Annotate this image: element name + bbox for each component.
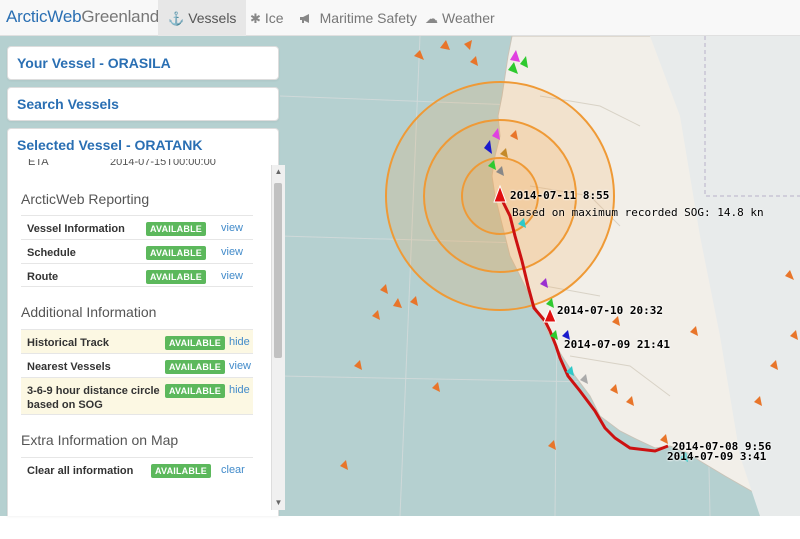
status-badge: AVAILABLE	[146, 222, 206, 236]
view-route-link[interactable]: view	[221, 270, 243, 282]
status-badge: AVAILABLE	[165, 384, 225, 398]
row-vessel-information: Vessel Information AVAILABLE view	[21, 215, 253, 239]
eta-value: 2014-07-15T00:00:00	[110, 159, 216, 168]
nav-ice-label: Ice	[264, 10, 284, 26]
nav-maritime-safety[interactable]: Maritime Safety	[289, 0, 427, 36]
snowflake-icon: ✱	[250, 11, 261, 26]
brand-logo[interactable]: ArcticWebGreenland	[6, 7, 159, 27]
nav-vessels-label: Vessels	[188, 10, 237, 26]
view-vessel-information-link[interactable]: view	[221, 222, 243, 234]
row-label: Historical Track	[27, 337, 109, 349]
row-historical-track: Historical Track AVAILABLE hide	[21, 329, 253, 353]
top-navbar: ArcticWebGreenland ⚓ Vessels ✱ Ice Maritim…	[0, 0, 800, 36]
nav-weather-label: Weather	[442, 10, 495, 26]
row-distance-circle: 3-6-9 hour distance circle based on SOG A…	[21, 377, 253, 415]
selected-vessel-title[interactable]: Selected Vessel - ORATANK	[8, 129, 278, 161]
panel-scrollbar[interactable]: ▲ ▼	[271, 165, 285, 510]
nav-weather[interactable]: ☁ Weather	[415, 0, 505, 36]
row-schedule: Schedule AVAILABLE view	[21, 239, 253, 263]
row-route: Route AVAILABLE view	[21, 263, 253, 287]
map-label-current-position: 2014-07-11 8:55	[510, 189, 610, 202]
row-nearest-vessels: Nearest Vessels AVAILABLE view	[21, 353, 253, 377]
hide-historical-track-link[interactable]: hide	[229, 336, 250, 348]
status-badge: AVAILABLE	[151, 464, 211, 478]
view-schedule-link[interactable]: view	[221, 246, 243, 258]
your-vessel-panel[interactable]: Your Vessel - ORASILA	[7, 46, 279, 80]
hide-distance-circle-link[interactable]: hide	[229, 384, 250, 396]
nav-ice[interactable]: ✱ Ice	[240, 0, 294, 36]
row-label: Clear all information	[27, 465, 134, 477]
map-label-track-time-2: 2014-07-09 21:41	[564, 338, 670, 351]
row-label: 3-6-9 hour distance circle based on SOG	[27, 384, 160, 412]
map-label-track-time-4: 2014-07-09 3:41	[667, 450, 767, 463]
nav-vessels[interactable]: ⚓ Vessels	[158, 0, 247, 36]
status-badge: AVAILABLE	[146, 246, 206, 260]
anchor-icon: ⚓	[168, 11, 185, 26]
status-badge: AVAILABLE	[146, 270, 206, 284]
row-label: Schedule	[27, 247, 76, 259]
eta-label: ETA	[28, 159, 49, 168]
clear-all-link[interactable]: clear	[221, 464, 245, 476]
view-nearest-vessels-link[interactable]: view	[229, 360, 251, 372]
selected-vessel-body: ETA 2014-07-15T00:00:00 ArcticWeb Report…	[8, 159, 266, 539]
search-vessels-title[interactable]: Search Vessels	[8, 88, 278, 120]
cloud-icon: ☁	[425, 11, 438, 26]
your-vessel-title[interactable]: Your Vessel - ORASILA	[8, 47, 278, 79]
map-label-track-time-1: 2014-07-10 20:32	[557, 304, 663, 317]
map-label-sog-note: Based on maximum recorded SOG: 14.8 kn	[512, 206, 764, 219]
row-label-line2: based on SOG	[27, 399, 103, 411]
selected-vessel-panel: Selected Vessel - ORATANK ETA 2014-07-15…	[7, 128, 285, 516]
extra-info-heading: Extra Information on Map	[21, 432, 179, 448]
row-clear-all: Clear all information AVAILABLE clear	[21, 457, 253, 481]
row-label-line1: 3-6-9 hour distance circle	[27, 385, 160, 397]
status-badge: AVAILABLE	[165, 360, 225, 374]
scrollbar-thumb[interactable]	[274, 183, 282, 358]
scroll-up-icon[interactable]: ▲	[272, 165, 285, 179]
search-vessels-panel[interactable]: Search Vessels	[7, 87, 279, 121]
scroll-down-icon[interactable]: ▼	[272, 496, 285, 510]
eta-row: ETA 2014-07-15T00:00:00	[28, 159, 216, 168]
row-label: Nearest Vessels	[27, 361, 111, 373]
row-label: Vessel Information	[27, 223, 125, 235]
additional-info-heading: Additional Information	[21, 304, 157, 320]
brand-part2: Greenland	[81, 7, 159, 26]
bullhorn-icon	[299, 11, 316, 26]
brand-part1: ArcticWeb	[6, 7, 82, 26]
nav-maritime-safety-label: Maritime Safety	[319, 10, 417, 26]
reporting-heading: ArcticWeb Reporting	[21, 191, 150, 207]
status-badge: AVAILABLE	[165, 336, 225, 350]
row-label: Route	[27, 271, 59, 283]
